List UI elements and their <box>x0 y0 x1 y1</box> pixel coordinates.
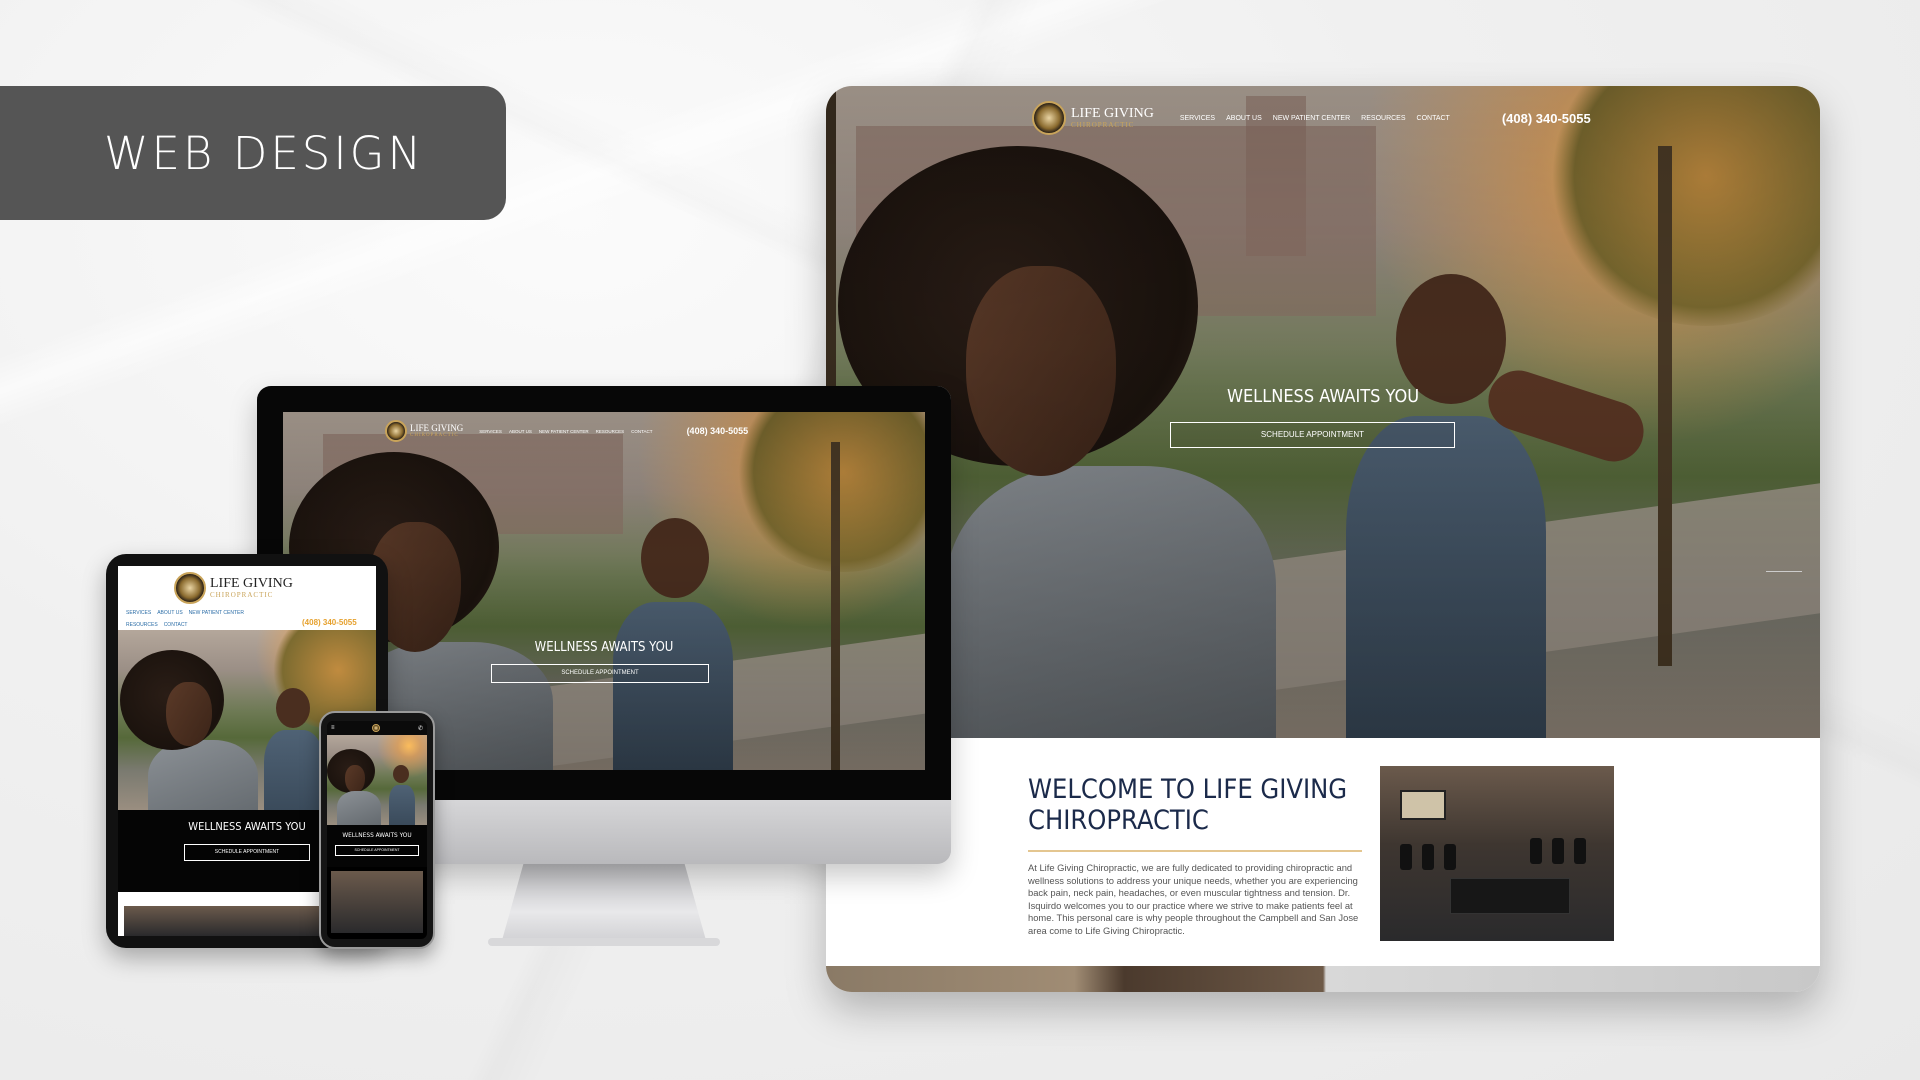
logo-mark-icon <box>1032 101 1066 135</box>
phone-mockup: ≡ ✆ WELLNESS AWAITS YOU SCHEDULE APPOINT… <box>319 711 435 949</box>
site-header: LIFE GIVING CHIROPRACTIC SERVICES ABOUT … <box>826 96 1820 140</box>
tablet-nav: SERVICES ABOUT US NEW PATIENT CENTER RES… <box>126 610 276 628</box>
phone-schedule-appointment-button[interactable]: SCHEDULE APPOINTMENT <box>335 845 419 856</box>
nav-services[interactable]: SERVICES <box>1180 115 1215 122</box>
tablet-nav-new-patient-center[interactable]: NEW PATIENT CENTER <box>189 610 244 616</box>
hero-photo: LIFE GIVING CHIROPRACTIC SERVICES ABOUT … <box>826 86 1820 738</box>
schedule-appointment-button[interactable]: SCHEDULE APPOINTMENT <box>1170 422 1455 448</box>
phone-icon[interactable]: ✆ <box>418 725 423 732</box>
nav-resources[interactable]: RESOURCES <box>1361 115 1405 122</box>
gold-divider <box>1028 850 1362 852</box>
welcome-title: WELCOME TO LIFE GIVING CHIROPRACTIC <box>1028 774 1348 836</box>
imac-nav-new-patient-center[interactable]: NEW PATIENT CENTER <box>539 429 589 434</box>
imac-nav-services[interactable]: SERVICES <box>479 429 502 434</box>
logo-title: LIFE GIVING <box>1071 106 1154 121</box>
logo-subtitle: CHIROPRACTIC <box>1071 121 1135 129</box>
tablet-header-phone[interactable]: (408) 340-5055 <box>302 618 357 627</box>
logo-mark-icon[interactable] <box>372 724 381 732</box>
logo-mark-icon <box>174 572 206 604</box>
imac-stand-base <box>488 938 720 946</box>
phone-hero-title: WELLNESS AWAITS YOU <box>342 831 412 839</box>
tablet-site-logo[interactable]: LIFE GIVING CHIROPRACTIC <box>174 572 293 604</box>
phone-office-photo <box>331 871 423 933</box>
web-design-banner: WEB DESIGN <box>0 86 506 220</box>
imac-nav-about-us[interactable]: ABOUT US <box>509 429 532 434</box>
phone-header: ≡ ✆ <box>327 721 427 735</box>
welcome-text: At Life Giving Chiropractic, we are full… <box>1028 862 1359 936</box>
site-logo[interactable]: LIFE GIVING CHIROPRACTIC <box>1032 101 1154 135</box>
desktop-website-mockup: LIFE GIVING CHIROPRACTIC SERVICES ABOUT … <box>826 86 1820 992</box>
office-photo <box>1380 766 1614 941</box>
imac-logo-title: LIFE GIVING <box>410 423 464 433</box>
nav-new-patient-center[interactable]: NEW PATIENT CENTER <box>1273 115 1350 122</box>
imac-nav-resources[interactable]: RESOURCES <box>596 429 625 434</box>
tablet-schedule-appointment-button[interactable]: SCHEDULE APPOINTMENT <box>184 844 310 861</box>
phone-hero-band: WELLNESS AWAITS YOU SCHEDULE APPOINTMENT <box>327 825 427 867</box>
imac-stand <box>500 864 708 944</box>
main-nav: SERVICES ABOUT US NEW PATIENT CENTER RES… <box>1180 115 1450 122</box>
imac-logo-subtitle: CHIROPRACTIC <box>410 433 459 438</box>
tablet-nav-resources[interactable]: RESOURCES <box>126 622 158 628</box>
hamburger-menu-icon[interactable]: ≡ <box>331 725 335 731</box>
welcome-section: WELCOME TO LIFE GIVING CHIROPRACTIC At L… <box>1028 774 1362 937</box>
tablet-logo-subtitle: CHIROPRACTIC <box>210 591 274 599</box>
nav-contact[interactable]: CONTACT <box>1417 115 1450 122</box>
header-phone[interactable]: (408) 340-5055 <box>1502 111 1591 126</box>
tablet-nav-about-us[interactable]: ABOUT US <box>157 610 182 616</box>
nav-about-us[interactable]: ABOUT US <box>1226 115 1262 122</box>
imac-header-phone[interactable]: (408) 340-5055 <box>687 426 749 436</box>
tablet-logo-title: LIFE GIVING <box>210 576 293 591</box>
phone-screen: ≡ ✆ WELLNESS AWAITS YOU SCHEDULE APPOINT… <box>327 721 427 939</box>
slider-indicator[interactable] <box>1766 571 1802 572</box>
logo-mark-icon <box>385 420 407 442</box>
bottom-photo-strip <box>826 966 1820 992</box>
hero-title: WELLNESS AWAITS YOU <box>1226 386 1420 407</box>
imac-schedule-appointment-button[interactable]: SCHEDULE APPOINTMENT <box>491 664 709 683</box>
tablet-nav-contact[interactable]: CONTACT <box>164 622 188 628</box>
tablet-nav-services[interactable]: SERVICES <box>126 610 151 616</box>
phone-hero-photo <box>327 735 427 825</box>
imac-site-logo[interactable]: LIFE GIVING CHIROPRACTIC <box>385 420 463 442</box>
imac-nav-contact[interactable]: CONTACT <box>631 429 652 434</box>
banner-label: WEB DESIGN <box>104 126 425 180</box>
